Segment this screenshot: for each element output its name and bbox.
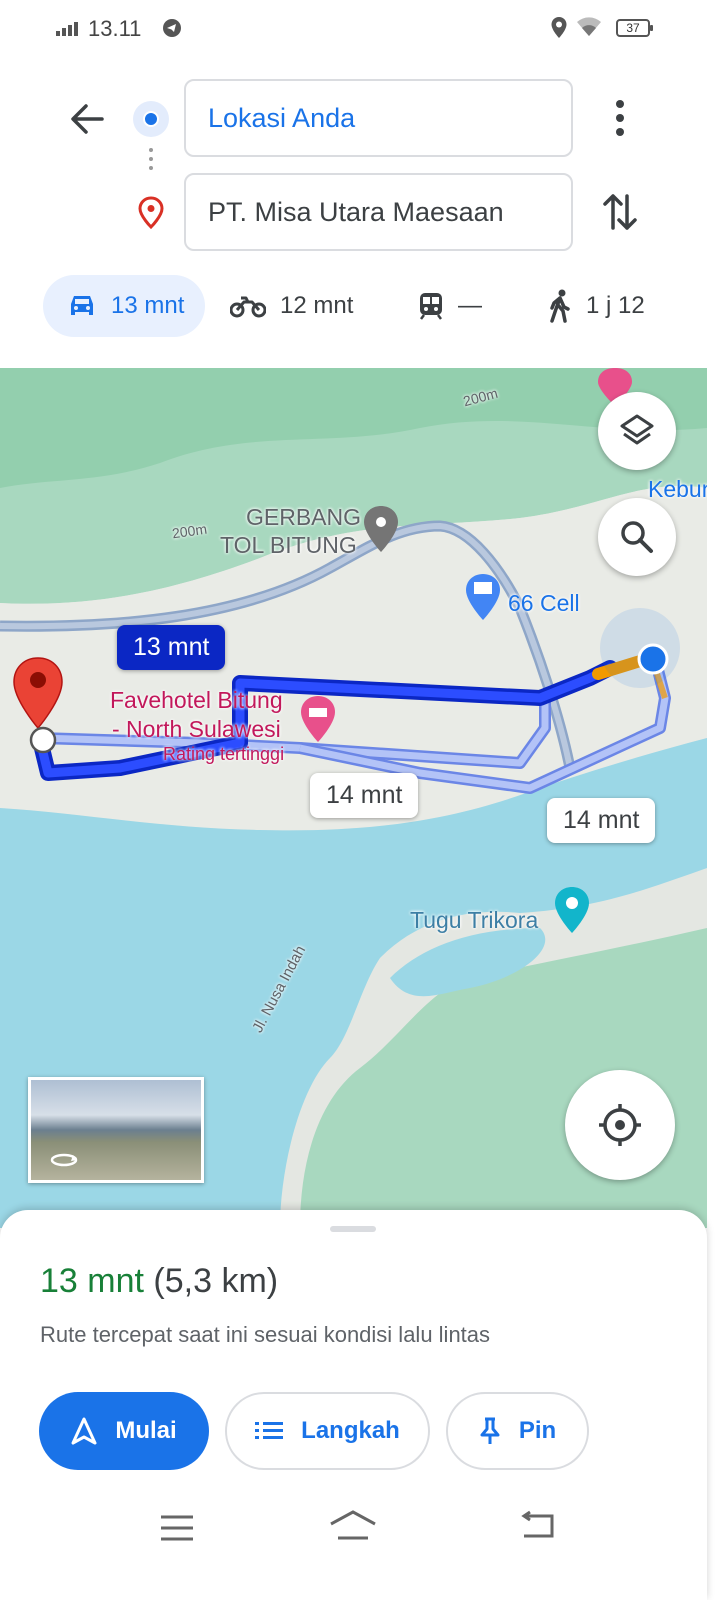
drag-handle[interactable] <box>330 1226 376 1232</box>
destination-input[interactable]: PT. Misa Utara Maesaan <box>184 173 573 251</box>
search-icon <box>621 521 653 553</box>
search-along-route-button[interactable] <box>598 498 676 576</box>
start-button-label: Mulai <box>115 1417 177 1444</box>
street-view-thumbnail[interactable] <box>28 1077 204 1183</box>
rotate-360-icon <box>50 1153 78 1167</box>
steps-button[interactable]: Langkah <box>225 1392 430 1470</box>
map-label-66-cell: 66 Cell <box>508 590 580 616</box>
route-dots-icon <box>148 148 154 178</box>
walk-icon <box>550 289 570 323</box>
map-label-hotel-2: - North Sulawesi <box>112 716 281 742</box>
back-arrow-icon[interactable] <box>62 94 112 144</box>
tab-transit[interactable]: — <box>418 275 508 337</box>
map-label-gerbang-line2: TOL BITUNG <box>220 532 357 558</box>
more-options-icon[interactable] <box>598 94 642 142</box>
list-icon <box>255 1422 284 1439</box>
tab-walk-label: 1 j 12 <box>586 292 645 319</box>
steps-button-label: Langkah <box>301 1417 400 1444</box>
start-button[interactable]: Mulai <box>39 1392 209 1470</box>
car-icon <box>71 296 93 315</box>
pin-icon <box>480 1417 500 1444</box>
location-icon <box>551 17 567 38</box>
route-badge-alt[interactable]: 14 mnt <box>547 798 656 843</box>
map-label-gerbang-2: TOL BITUNG <box>220 533 357 557</box>
pin-button[interactable]: Pin <box>446 1392 589 1470</box>
tab-walk[interactable]: 1 j 12 <box>548 275 668 337</box>
route-duration: 13 mnt <box>40 1262 144 1300</box>
route-distance: (5,3 km) <box>153 1262 279 1300</box>
swap-icon[interactable] <box>596 188 644 236</box>
map-label-gerbang-line1: GERBANG <box>246 504 362 530</box>
map-label-gerbang: GERBANG <box>246 505 361 529</box>
status-time: 13.11 <box>88 16 142 41</box>
route-badge-alt[interactable]: 14 mnt <box>310 773 419 818</box>
tab-car[interactable]: 13 mnt <box>43 275 205 337</box>
pin-button-label: Pin <box>518 1417 557 1444</box>
train-icon <box>420 293 442 320</box>
tab-motorcycle[interactable]: 12 mnt <box>230 275 380 337</box>
destination-pin-icon <box>138 196 164 230</box>
telegram-icon <box>163 19 181 37</box>
tab-motorcycle-label: 12 mnt <box>280 292 354 319</box>
battery-level: 37 <box>626 21 640 35</box>
menu-icon[interactable] <box>159 1513 195 1543</box>
map-label-hotel-rating: Rating tertinggi <box>163 744 285 764</box>
route-summary: 13 mnt (5,3 km) <box>40 1262 278 1301</box>
home-icon[interactable] <box>328 1508 378 1542</box>
origin-dot-icon <box>133 101 169 137</box>
crosshair-icon <box>599 1104 641 1146</box>
motorcycle-icon <box>230 296 266 318</box>
layers-icon <box>620 414 654 445</box>
origin-input[interactable]: Lokasi Anda <box>184 79 573 157</box>
route-badge-primary[interactable]: 13 mnt <box>117 625 226 670</box>
map-view[interactable]: 200m 200m GERBANG TOL BITUNG 66 Cell Keb… <box>0 368 707 1228</box>
map-label-hotel-1: Favehotel Bitung <box>110 687 283 713</box>
route-description: Rute tercepat saat ini sesuai kondisi la… <box>40 1322 491 1347</box>
battery-icon: 37 <box>616 19 653 37</box>
tab-car-label: 13 mnt <box>111 292 185 319</box>
map-label-tugu-trikora: Tugu Trikora <box>410 907 539 933</box>
wifi-icon <box>577 17 601 36</box>
map-label-kebun: Kebun <box>648 476 707 502</box>
status-bar: 13.11 37 <box>0 0 720 58</box>
layers-button[interactable] <box>598 392 676 470</box>
my-location-button[interactable] <box>565 1070 675 1180</box>
navigation-arrow-icon <box>71 1417 97 1445</box>
back-nav-icon[interactable] <box>518 1510 558 1542</box>
system-navigation-bar <box>0 1490 707 1570</box>
tab-transit-label: — <box>458 292 482 319</box>
signal-icon <box>56 22 78 36</box>
